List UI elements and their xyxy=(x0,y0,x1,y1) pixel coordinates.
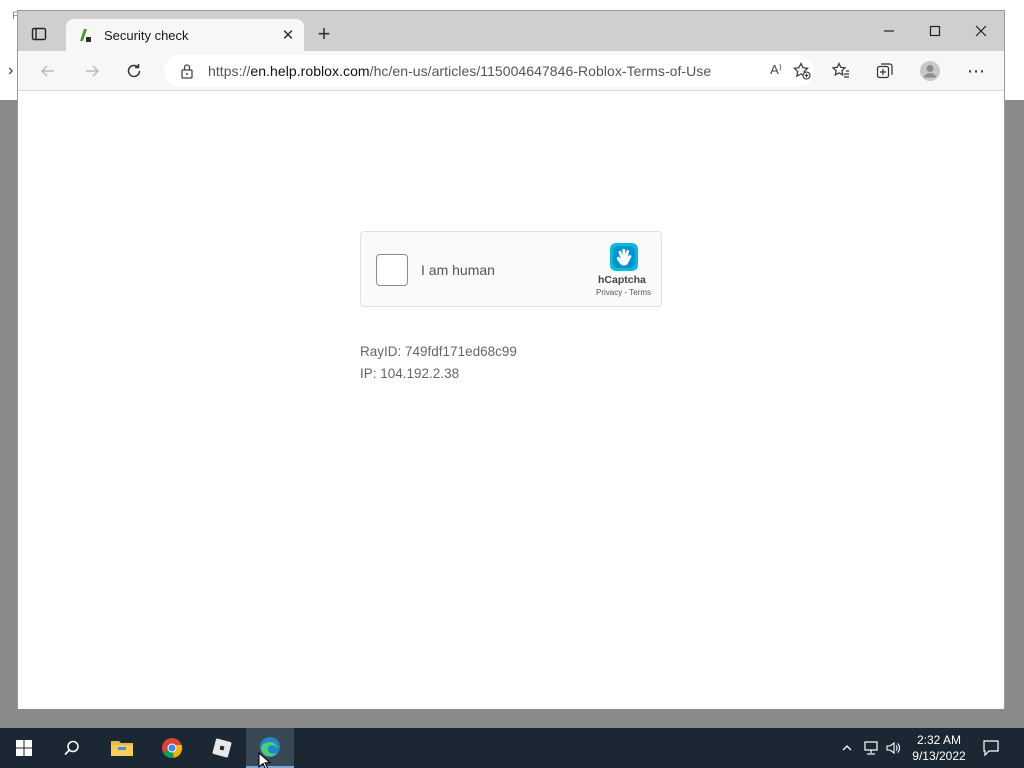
refresh-icon[interactable] xyxy=(122,59,146,83)
ray-id-text: RayID: 749fdf171ed68c99 xyxy=(360,344,517,359)
roblox-icon xyxy=(212,738,232,758)
tab-close-icon[interactable]: ✕ xyxy=(280,26,296,44)
volume-icon[interactable] xyxy=(884,739,902,757)
chrome-button[interactable] xyxy=(148,728,196,768)
taskbar: 2:32 AM 9/13/2022 xyxy=(0,728,1024,768)
url-scheme: https:// xyxy=(208,63,251,79)
read-aloud-icon[interactable]: A⁾ xyxy=(770,62,782,78)
page-content: I am human hCaptcha Privacy - Terms RayI… xyxy=(18,91,1004,709)
ip-text: IP: 104.192.2.38 xyxy=(360,366,460,381)
tab-actions-icon[interactable] xyxy=(28,23,50,45)
terms-link[interactable]: Terms xyxy=(629,288,651,297)
maximize-button[interactable] xyxy=(923,21,947,41)
clock-date: 9/13/2022 xyxy=(912,749,966,763)
hcaptcha-brand-text: hCaptcha xyxy=(598,274,646,286)
back-arrow-icon[interactable] xyxy=(36,59,60,83)
show-hidden-icons-chevron-icon[interactable] xyxy=(838,739,856,757)
browser-toolbar: https://en.help.roblox.com/hc/en-us/arti… xyxy=(18,51,1004,91)
search-button[interactable] xyxy=(48,728,96,768)
browser-window: Security check ✕ + https://en.help.roblo… xyxy=(17,10,1005,709)
network-icon[interactable] xyxy=(862,739,880,757)
browser-tab[interactable]: Security check ✕ xyxy=(66,19,304,51)
more-options-icon[interactable]: ⋯ xyxy=(964,59,988,83)
roblox-button[interactable] xyxy=(198,728,246,768)
add-favorite-icon[interactable] xyxy=(792,61,812,81)
lock-icon[interactable] xyxy=(180,63,194,79)
url-path: /hc/en-us/articles/115004647846-Roblox-T… xyxy=(369,63,712,79)
i-am-human-checkbox[interactable] xyxy=(376,254,408,286)
close-window-button[interactable] xyxy=(969,21,993,41)
clock-time: 2:32 AM xyxy=(916,733,962,747)
tab-title: Security check xyxy=(104,27,189,43)
forward-arrow-icon[interactable] xyxy=(80,59,104,83)
mouse-cursor-icon xyxy=(258,751,272,768)
minimize-button[interactable] xyxy=(877,21,901,41)
hcaptcha-widget: I am human hCaptcha Privacy - Terms xyxy=(360,231,662,307)
address-bar[interactable]: https://en.help.roblox.com/hc/en-us/arti… xyxy=(164,55,814,87)
privacy-link[interactable]: Privacy xyxy=(596,288,622,297)
url-text[interactable]: https://en.help.roblox.com/hc/en-us/arti… xyxy=(208,63,711,79)
roblox-help-favicon-icon xyxy=(78,27,94,43)
file-explorer-button[interactable] xyxy=(98,728,146,768)
title-bar: Security check ✕ + xyxy=(18,11,1004,51)
start-button[interactable] xyxy=(0,728,48,768)
chrome-icon xyxy=(162,738,183,759)
notifications-icon[interactable] xyxy=(982,739,1000,757)
checkbox-label: I am human xyxy=(421,262,495,278)
profile-avatar-icon[interactable] xyxy=(918,59,942,83)
favorites-icon[interactable] xyxy=(829,59,853,83)
captcha-links: Privacy - Terms xyxy=(596,288,651,297)
ray-info: RayID: 749fdf171ed68c99 IP: 104.192.2.38 xyxy=(360,341,517,385)
hcaptcha-logo-icon xyxy=(607,240,641,274)
url-host: en.help.roblox.com xyxy=(250,63,370,79)
collections-icon[interactable] xyxy=(873,59,897,83)
search-icon xyxy=(64,740,79,756)
file-explorer-icon xyxy=(111,741,133,756)
start-icon xyxy=(16,740,32,756)
system-clock[interactable]: 2:32 AM 9/13/2022 xyxy=(908,732,970,764)
new-tab-button[interactable]: + xyxy=(314,23,334,45)
